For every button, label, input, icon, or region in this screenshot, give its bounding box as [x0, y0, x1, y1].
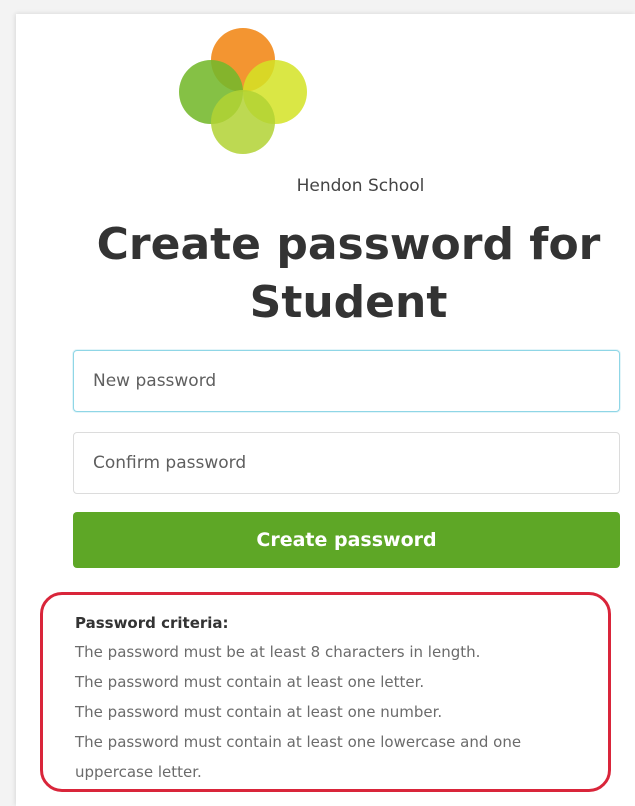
criteria-item: The password must contain at least one l…: [75, 733, 522, 751]
page-title-line-1: Create password for: [96, 219, 601, 270]
criteria-item: uppercase letter.: [75, 763, 202, 781]
criteria-item: The password must contain at least one l…: [75, 673, 425, 691]
criteria-item: The password must contain at least one n…: [75, 703, 443, 721]
logo-petal-bottom: [211, 90, 275, 154]
criteria-title: Password criteria:: [75, 614, 229, 632]
password-card: Hendon School Create password for Studen…: [16, 14, 635, 806]
school-name: Hendon School: [296, 176, 425, 196]
password-criteria-box: Password criteria: The password must be …: [40, 592, 611, 792]
criteria-item: The password must be at least 8 characte…: [75, 643, 481, 661]
school-logo-icon: [179, 28, 307, 154]
create-password-button[interactable]: Create password: [73, 512, 620, 568]
new-password-input[interactable]: [73, 350, 620, 412]
page-title-line-2: Student: [249, 277, 448, 328]
page-title: Create password for Student: [16, 216, 635, 332]
confirm-password-input[interactable]: [73, 432, 620, 494]
